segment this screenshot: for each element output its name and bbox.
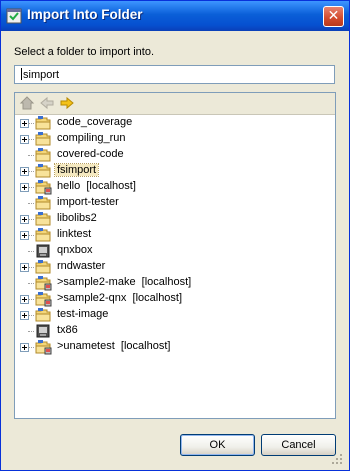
- remote-project-folder-icon: [35, 339, 52, 355]
- tree-item-label: fsimport: [53, 163, 100, 177]
- project-folder-icon: [35, 227, 52, 243]
- tree-item-label: compiling_run: [57, 132, 126, 144]
- tree-item[interactable]: covered-code: [15, 147, 335, 163]
- instruction-label: Select a folder to import into.: [14, 46, 155, 58]
- remote-project-folder-icon: [35, 275, 52, 291]
- tree-item[interactable]: qnxbox: [15, 243, 335, 259]
- project-folder-icon: [35, 115, 52, 131]
- tree-connector-line: [28, 283, 34, 285]
- folder-tree-panel: code_coverage compiling_run covered-code fs…: [14, 92, 336, 419]
- tree-connector-line: [28, 139, 34, 141]
- tree-connector-line: [28, 331, 34, 333]
- tree-item[interactable]: fsimport: [15, 163, 335, 179]
- tree-item-label: hello [localhost]: [57, 180, 136, 192]
- tree-item-label: libolibs2: [57, 212, 97, 224]
- tree-connector-line: [28, 155, 34, 157]
- tree-item-label: >sample2-make [localhost]: [57, 276, 192, 288]
- tree-item-label: tx86: [57, 324, 78, 336]
- tree-item[interactable]: compiling_run: [15, 131, 335, 147]
- tree-connector-line: [28, 347, 34, 349]
- tree-item-label: import-tester: [57, 196, 119, 208]
- tree-connector-line: [28, 299, 34, 301]
- tree-connector-line: [28, 123, 34, 125]
- tree-item[interactable]: code_coverage: [15, 115, 335, 131]
- tree-item-label: qnxbox: [57, 244, 93, 256]
- tree-item-label: code_coverage: [57, 116, 133, 128]
- project-folder-icon: [35, 163, 52, 179]
- dialog-title: Import Into Folder: [27, 7, 143, 22]
- target-box-icon: [35, 243, 52, 259]
- tree-item[interactable]: test-image: [15, 307, 335, 323]
- tree-item[interactable]: libolibs2: [15, 211, 335, 227]
- tree-item[interactable]: import-tester: [15, 195, 335, 211]
- home-icon[interactable]: [19, 95, 35, 111]
- tree-item-label: rndwaster: [57, 260, 106, 272]
- folder-path-input[interactable]: simport: [14, 65, 335, 84]
- resize-grip-icon[interactable]: [331, 453, 343, 465]
- tree-connector-line: [28, 315, 34, 317]
- ok-button[interactable]: OK: [180, 434, 255, 456]
- tree-connector-line: [28, 235, 34, 237]
- tree-item[interactable]: hello [localhost]: [15, 179, 335, 195]
- tree-connector-line: [28, 171, 34, 173]
- forward-arrow-icon[interactable]: [59, 95, 75, 111]
- tree-toolbar: [15, 93, 335, 115]
- project-folder-icon: [35, 211, 52, 227]
- folder-path-value: simport: [23, 69, 60, 81]
- tree-item[interactable]: linktest: [15, 227, 335, 243]
- tree-item[interactable]: >sample2-qnx [localhost]: [15, 291, 335, 307]
- project-folder-icon: [35, 307, 52, 323]
- text-cursor: [21, 68, 22, 80]
- tree-item-label: test-image: [57, 308, 109, 320]
- tree-connector-line: [28, 187, 34, 189]
- tree-connector-line: [28, 251, 34, 253]
- tree-item[interactable]: >unametest [localhost]: [15, 339, 335, 355]
- eclipse-window-icon: [6, 8, 22, 24]
- tree-item-label: >sample2-qnx [localhost]: [57, 292, 183, 304]
- close-button[interactable]: ✕: [323, 6, 344, 27]
- remote-project-folder-icon: [35, 179, 52, 195]
- tree-item[interactable]: rndwaster: [15, 259, 335, 275]
- tree-item-label: covered-code: [57, 148, 124, 160]
- cancel-button[interactable]: Cancel: [261, 434, 336, 456]
- dialog-content: Select a folder to import into. simport …: [4, 31, 346, 467]
- title-bar[interactable]: Import Into Folder ✕: [1, 1, 349, 31]
- tree-item[interactable]: >sample2-make [localhost]: [15, 275, 335, 291]
- project-folder-icon: [35, 259, 52, 275]
- project-folder-icon: [35, 195, 52, 211]
- back-arrow-icon[interactable]: [39, 95, 55, 111]
- close-icon: ✕: [327, 8, 340, 24]
- project-folder-icon: [35, 147, 52, 163]
- tree-item[interactable]: tx86: [15, 323, 335, 339]
- tree-item-label: >unametest [localhost]: [57, 340, 171, 352]
- tree-item-label: linktest: [57, 228, 92, 240]
- tree-connector-line: [28, 219, 34, 221]
- project-folder-icon: [35, 131, 52, 147]
- tree-connector-line: [28, 267, 34, 269]
- remote-project-folder-icon: [35, 291, 52, 307]
- import-into-folder-dialog: Import Into Folder ✕ Select a folder to …: [0, 0, 350, 471]
- target-box-icon: [35, 323, 52, 339]
- tree-connector-line: [28, 203, 34, 205]
